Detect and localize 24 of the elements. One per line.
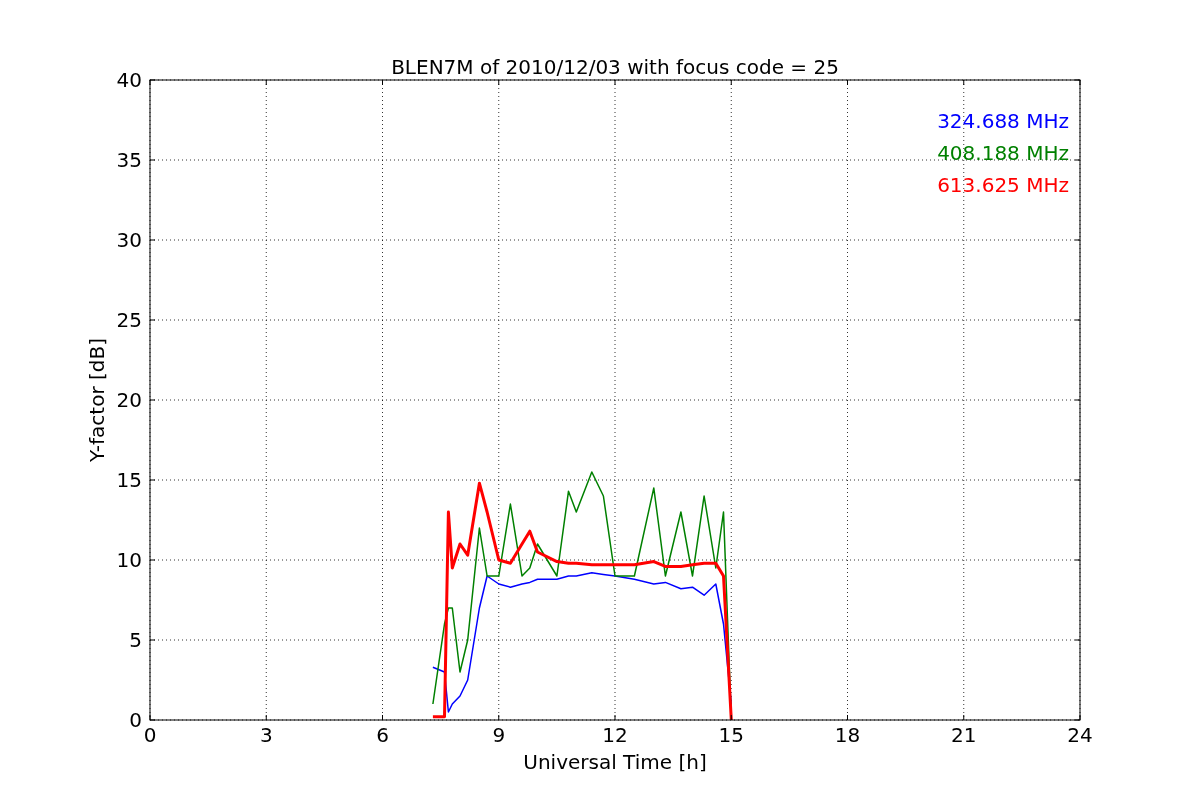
y-tick-label: 5: [129, 628, 142, 652]
legend-label: 324.688 MHz: [937, 109, 1069, 133]
x-tick-label: 6: [376, 723, 389, 747]
y-axis-label: Y-factor [dB]: [85, 338, 109, 462]
x-tick-label: 9: [492, 723, 506, 747]
x-tick-label: 18: [834, 723, 861, 747]
x-tick-label: 3: [259, 723, 273, 747]
legend-label: 408.188 MHz: [937, 141, 1069, 165]
x-tick-label: 24: [1067, 723, 1093, 747]
y-tick-label: 0: [129, 708, 142, 732]
x-tick-label: 12: [602, 723, 628, 747]
x-tick-label: 0: [143, 723, 157, 747]
y-tick-label: 20: [116, 388, 142, 412]
chart-title: BLEN7M of 2010/12/03 with focus code = 25: [391, 55, 839, 79]
y-tick-label: 40: [116, 68, 142, 92]
y-tick-label: 15: [116, 468, 142, 492]
x-tick-label: 21: [951, 723, 977, 747]
y-tick-label: 25: [116, 308, 142, 332]
legend-label: 613.625 MHz: [937, 173, 1069, 197]
x-tick-label: 15: [718, 723, 744, 747]
y-tick-label: 35: [116, 148, 142, 172]
y-tick-label: 10: [116, 548, 142, 572]
x-axis-label: Universal Time [h]: [523, 750, 707, 774]
y-tick-label: 30: [116, 228, 142, 252]
